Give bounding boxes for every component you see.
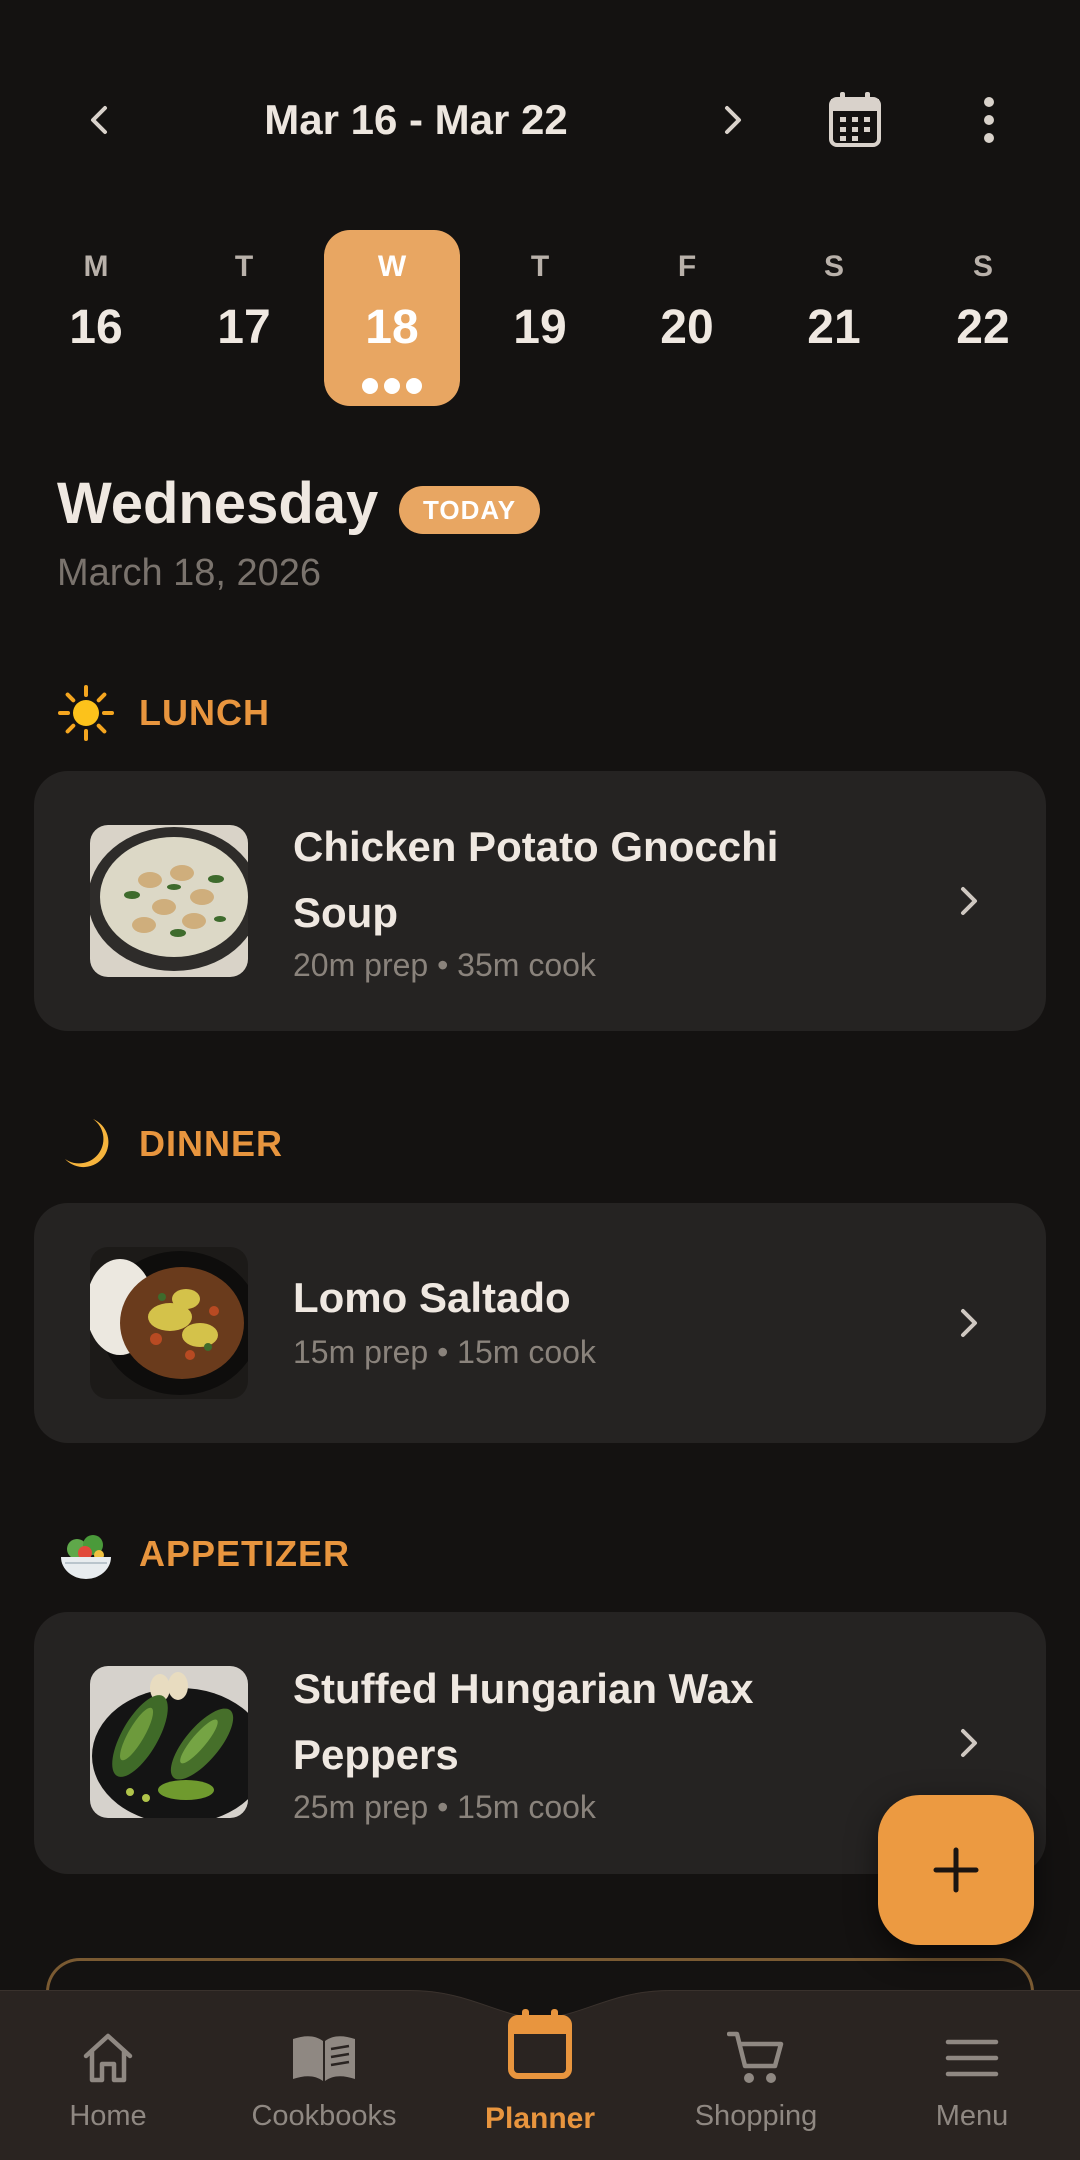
day-cell-sat[interactable]: S 21 <box>766 230 902 406</box>
meal-card-lunch[interactable]: Chicken Potato Gnocchi Soup 20m prep • 3… <box>34 771 1046 1031</box>
next-week-button[interactable] <box>692 80 772 160</box>
meal-card-dinner[interactable]: Lomo Saltado 15m prep • 15m cook <box>34 1203 1046 1443</box>
sun-icon <box>57 684 115 742</box>
meal-dot <box>362 378 378 394</box>
chevron-right-icon <box>939 1293 999 1353</box>
meal-indicator-dots <box>324 378 460 394</box>
day-number: 19 <box>513 301 567 354</box>
day-number: 18 <box>365 301 419 354</box>
day-number: 20 <box>660 301 714 354</box>
chevron-right-icon <box>939 1713 999 1773</box>
day-cell-tue[interactable]: T 17 <box>176 230 312 406</box>
chevron-right-icon <box>939 871 999 931</box>
section-title: LUNCH <box>139 692 270 733</box>
meal-planner-screen: Mar 16 - Mar 22 M 16 T 17 W 18 T 19 F 20… <box>0 0 1080 2160</box>
book-icon <box>216 2028 432 2088</box>
day-cell-wed-selected[interactable]: W 18 <box>324 230 460 406</box>
day-cell-fri[interactable]: F 20 <box>619 230 755 406</box>
recipe-thumbnail <box>90 1666 248 1818</box>
dinner-section-header: DINNER <box>57 1114 283 1174</box>
day-letter: S <box>972 250 993 283</box>
calendar-icon <box>829 92 881 147</box>
nav-item-cookbooks[interactable]: Cookbooks <box>216 1990 432 2160</box>
day-number: 17 <box>217 301 271 354</box>
nav-label: Menu <box>935 2100 1009 2132</box>
nav-item-menu[interactable]: Menu <box>864 1990 1080 2160</box>
today-badge: TODAY <box>399 486 541 534</box>
recipe-time-meta: 20m prep • 35m cook <box>293 947 596 983</box>
hamburger-menu-icon <box>864 2028 1080 2088</box>
day-letter: M <box>83 250 109 283</box>
appetizer-section-header: APPETIZER <box>57 1524 350 1584</box>
day-letter: T <box>234 250 254 283</box>
recipe-name: Lomo Saltado <box>293 1274 571 1321</box>
nav-item-shopping[interactable]: Shopping <box>648 1990 864 2160</box>
selected-day-date: March 18, 2026 <box>57 552 322 594</box>
recipe-time-meta: 25m prep • 15m cook <box>293 1789 596 1825</box>
recipe-name: Stuffed Hungarian Wax Peppers <box>293 1665 754 1778</box>
day-number: 22 <box>956 301 1010 354</box>
crescent-moon-icon <box>57 1115 115 1173</box>
more-vertical-icon <box>984 97 994 143</box>
section-title: APPETIZER <box>139 1533 351 1574</box>
day-number: 21 <box>807 301 861 354</box>
week-day-strip: M 16 T 17 W 18 T 19 F 20 S 21 S 22 <box>0 230 1080 406</box>
day-cell-mon[interactable]: M 16 <box>28 230 164 406</box>
recipe-thumbnail <box>90 825 248 977</box>
home-icon <box>0 2028 216 2088</box>
day-letter: F <box>677 250 697 283</box>
bottom-navigation-bar: Home Cookbooks Planner Shopping Menu <box>0 1990 1080 2160</box>
add-meal-button[interactable] <box>878 1795 1034 1945</box>
day-letter: S <box>823 250 844 283</box>
calendar-picker-button[interactable] <box>815 80 895 160</box>
recipe-name: Chicken Potato Gnocchi Soup <box>293 823 779 936</box>
recipe-time-meta: 15m prep • 15m cook <box>293 1334 596 1370</box>
nav-label: Home <box>69 2100 147 2132</box>
more-options-button[interactable] <box>949 80 1029 160</box>
previous-week-button[interactable] <box>60 80 140 160</box>
day-letter: T <box>530 250 550 283</box>
calendar-icon <box>432 2009 648 2079</box>
day-letter: W <box>377 250 407 283</box>
day-cell-thu[interactable]: T 19 <box>472 230 608 406</box>
week-navigation-bar: Mar 16 - Mar 22 <box>0 80 1080 160</box>
meal-dot <box>406 378 422 394</box>
day-number: 16 <box>69 301 123 354</box>
section-title: DINNER <box>139 1123 284 1164</box>
chevron-left-icon <box>91 106 107 134</box>
lunch-section-header: LUNCH <box>57 683 270 743</box>
week-range-title: Mar 16 - Mar 22 <box>264 96 568 143</box>
selected-day-title: Wednesday <box>57 471 379 536</box>
recipe-thumbnail <box>90 1247 248 1399</box>
day-cell-sun[interactable]: S 22 <box>915 230 1051 406</box>
meal-dot <box>384 378 400 394</box>
nav-label: Planner <box>484 2102 596 2135</box>
plus-icon <box>933 1847 979 1893</box>
cart-icon <box>648 2028 864 2088</box>
chevron-right-icon <box>725 106 741 134</box>
nav-item-planner[interactable]: Planner <box>432 1990 648 2160</box>
nav-label: Cookbooks <box>251 2100 397 2132</box>
salad-bowl-icon <box>57 1525 115 1583</box>
nav-label: Shopping <box>694 2100 818 2132</box>
nav-item-home[interactable]: Home <box>0 1990 216 2160</box>
